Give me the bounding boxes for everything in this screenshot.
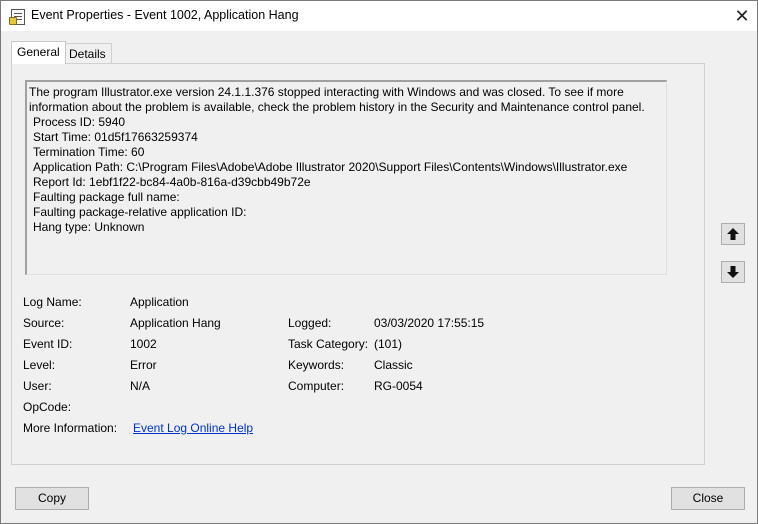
event-id-label: Event ID:	[23, 337, 73, 351]
close-button[interactable]: Close	[671, 487, 745, 510]
description-line: Faulting package-relative application ID…	[33, 205, 247, 219]
close-window-icon[interactable]: ✕	[727, 4, 757, 28]
description-line: Hang type: Unknown	[33, 220, 145, 234]
computer-label: Computer:	[288, 379, 345, 393]
computer-value: RG-0054	[374, 379, 423, 393]
opcode-label: OpCode:	[23, 400, 72, 414]
event-description-box[interactable]: The program Illustrator.exe version 24.1…	[25, 80, 667, 275]
log-name-label: Log Name:	[23, 295, 82, 309]
level-label: Level:	[23, 358, 56, 372]
keywords-value: Classic	[374, 358, 413, 372]
source-label: Source:	[23, 316, 65, 330]
description-line: information about the problem is availab…	[29, 100, 645, 114]
description-line: Report Id: 1ebf1f22-bc84-4a0b-816a-d39cb…	[33, 175, 311, 189]
arrow-down-icon	[727, 266, 739, 278]
level-value: Error	[130, 358, 157, 372]
event-properties-icon	[9, 9, 25, 25]
description-line: Application Path: C:\Program Files\Adobe…	[33, 160, 628, 174]
arrow-up-icon	[727, 228, 739, 240]
copy-button[interactable]: Copy	[15, 487, 89, 510]
source-value: Application Hang	[130, 316, 221, 330]
description-line: Termination Time: 60	[33, 145, 145, 159]
next-event-button[interactable]	[721, 261, 745, 283]
description-line: Process ID: 5940	[33, 115, 126, 129]
user-value: N/A	[130, 379, 151, 393]
logged-value: 03/03/2020 17:55:15	[374, 316, 485, 330]
description-line: Start Time: 01d5f17663259374	[33, 130, 198, 144]
event-id-value: 1002	[130, 337, 157, 351]
previous-event-button[interactable]	[721, 223, 745, 245]
event-properties-window: Event Properties - Event 1002, Applicati…	[0, 0, 758, 524]
task-category-value: (101)	[374, 337, 403, 351]
description-line: The program Illustrator.exe version 24.1…	[29, 85, 624, 99]
task-category-label: Task Category:	[288, 337, 369, 351]
log-name-value: Application	[130, 295, 189, 309]
more-information-label: More Information:	[23, 421, 118, 435]
event-log-online-help-link[interactable]: Event Log Online Help	[133, 421, 253, 436]
description-line: Faulting package full name:	[33, 190, 180, 204]
title-bar[interactable]: Event Properties - Event 1002, Applicati…	[1, 1, 757, 31]
tab-details[interactable]: Details	[63, 43, 112, 64]
keywords-label: Keywords:	[288, 358, 345, 372]
tab-general[interactable]: General	[11, 41, 66, 64]
user-label: User:	[23, 379, 52, 393]
window-title: Event Properties - Event 1002, Applicati…	[31, 8, 299, 22]
logged-label: Logged:	[288, 316, 332, 330]
